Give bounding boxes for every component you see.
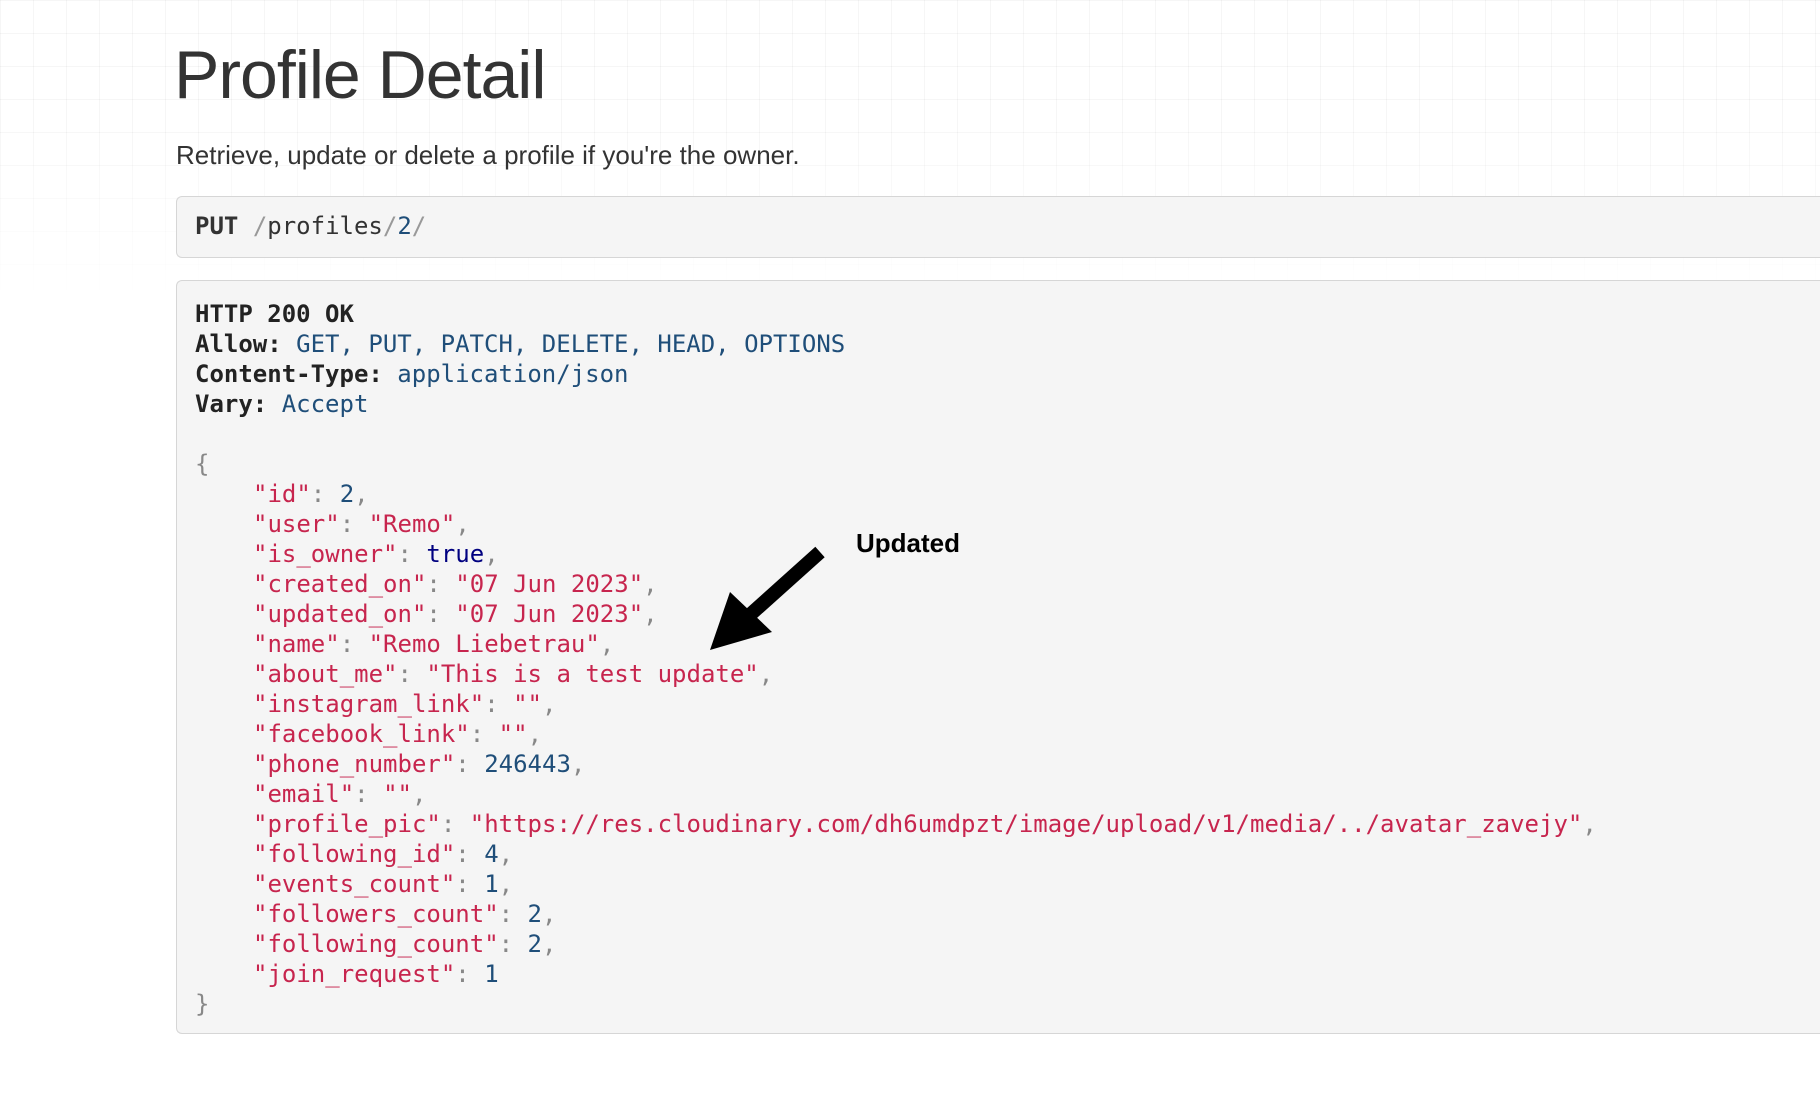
- json-field-row: "is_owner": true,: [253, 540, 499, 568]
- json-value: 1: [484, 960, 499, 988]
- json-key: "following_count": [253, 930, 499, 958]
- arrow-icon: [710, 546, 825, 650]
- json-field-row: "name": "Remo Liebetrau",: [253, 630, 615, 658]
- json-value: "07 Jun 2023": [455, 600, 644, 628]
- json-field-row: "user": "Remo",: [253, 510, 470, 538]
- json-key: "user": [253, 510, 340, 538]
- json-key: "following_id": [253, 840, 456, 868]
- json-value: 246443: [484, 750, 571, 778]
- request-info: PUT /profiles/2/: [176, 196, 1820, 258]
- json-key: "email": [253, 780, 355, 808]
- json-key: "followers_count": [253, 900, 499, 928]
- request-method: PUT: [195, 212, 239, 240]
- json-field-row: "created_on": "07 Jun 2023",: [253, 570, 658, 598]
- json-field-row: "phone_number": 246443,: [253, 750, 586, 778]
- json-key: "join_request": [253, 960, 456, 988]
- json-field-row: "profile_pic": "https://res.cloudinary.c…: [253, 810, 1597, 838]
- json-value: 2: [527, 900, 542, 928]
- json-value: "07 Jun 2023": [455, 570, 644, 598]
- json-value: "https://res.cloudinary.com/dh6umdpzt/im…: [469, 810, 1583, 838]
- json-field-row: "updated_on": "07 Jun 2023",: [253, 600, 658, 628]
- json-key: "phone_number": [253, 750, 456, 778]
- updated-annotation-label: Updated: [856, 528, 960, 558]
- json-value: "": [513, 690, 542, 718]
- json-field-row: "followers_count": 2,: [253, 900, 557, 928]
- json-value: 4: [484, 840, 499, 868]
- response-info: HTTP 200 OK Allow: GET, PUT, PATCH, DELE…: [176, 280, 1820, 1034]
- json-key: "created_on": [253, 570, 427, 598]
- json-field-row: "facebook_link": "",: [253, 720, 543, 748]
- json-open-brace: {: [195, 450, 210, 478]
- json-key: "profile_pic": [253, 810, 441, 838]
- request-path-id[interactable]: 2: [397, 212, 411, 240]
- json-value: true: [426, 540, 485, 568]
- page-description: Retrieve, update or delete a profile if …: [176, 140, 800, 170]
- request-path-segment[interactable]: profiles: [267, 212, 383, 240]
- json-key: "name": [253, 630, 340, 658]
- json-key: "id": [253, 480, 311, 508]
- json-field-row: "email": "",: [253, 780, 427, 808]
- json-key: "facebook_link": [253, 720, 470, 748]
- json-value: "Remo": [368, 510, 456, 538]
- json-key: "is_owner": [253, 540, 398, 568]
- json-value: 2: [527, 930, 542, 958]
- json-field-row: "id": 2,: [253, 480, 369, 508]
- json-value: "": [498, 720, 528, 748]
- json-field-row: "events_count": 1,: [253, 870, 514, 898]
- json-value: 2: [339, 480, 355, 508]
- json-value: "Remo Liebetrau": [368, 630, 600, 658]
- json-key: "updated_on": [253, 600, 427, 628]
- json-value: 1: [484, 870, 499, 898]
- json-body: "id": 2, "user": "Remo", "is_owner": true,…: [195, 479, 1818, 989]
- json-field-row: "following_count": 2,: [253, 930, 557, 958]
- header-content-type: Content-Type: application/json: [195, 360, 629, 388]
- page-title: Profile Detail: [174, 37, 546, 113]
- json-field-row: "instagram_link": "",: [253, 690, 557, 718]
- json-field-row: "about_me": "This is a test update",: [253, 660, 774, 688]
- json-value: "": [383, 780, 412, 808]
- status-line: HTTP 200 OK: [195, 300, 354, 328]
- json-key: "events_count": [253, 870, 456, 898]
- json-key: "about_me": [253, 660, 398, 688]
- header-allow: Allow: GET, PUT, PATCH, DELETE, HEAD, OP…: [195, 330, 846, 358]
- json-field-row: "following_id": 4,: [253, 840, 514, 868]
- json-key: "instagram_link": [253, 690, 485, 718]
- header-vary: Vary: Accept: [195, 390, 369, 418]
- json-value: "This is a test update": [426, 660, 759, 688]
- json-close-brace: }: [195, 990, 210, 1018]
- json-field-row: "join_request": 1: [253, 960, 499, 988]
